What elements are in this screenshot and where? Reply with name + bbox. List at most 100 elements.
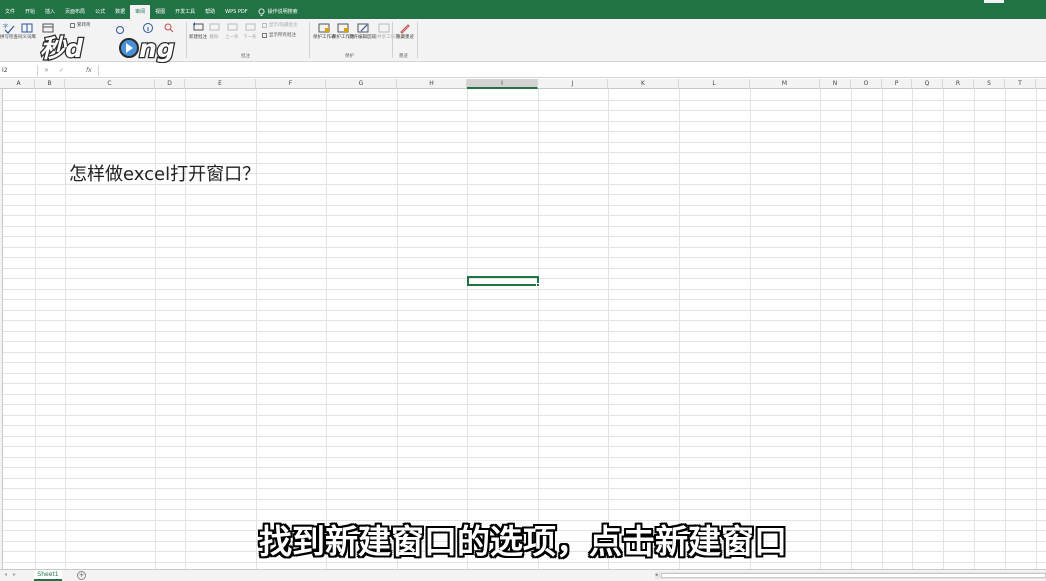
previous-comment-icon xyxy=(227,23,238,31)
scroll-left-icon[interactable]: ◂ xyxy=(655,572,658,579)
grid-row-line xyxy=(3,362,1046,363)
horizontal-scrollbar[interactable]: ◂ xyxy=(655,572,1046,579)
grid-row-line xyxy=(3,268,1046,269)
tab-wps-pdf[interactable]: WPS PDF xyxy=(220,5,252,19)
thesaurus-button[interactable]: 同义词库 xyxy=(18,22,36,40)
column-header-l[interactable]: L xyxy=(679,79,750,89)
column-header-n[interactable]: N xyxy=(820,79,851,89)
tab-home[interactable]: 开始 xyxy=(20,5,40,19)
grid-column-line xyxy=(35,89,36,569)
formula-bar: I2 ✕ ✓ fx xyxy=(0,63,1046,78)
grid-column-line xyxy=(679,89,680,569)
grid-row-line xyxy=(3,488,1046,489)
formula-input[interactable] xyxy=(98,65,1044,76)
grid-row-line xyxy=(3,236,1046,237)
grid-row-line xyxy=(3,436,1046,437)
column-header-g[interactable]: G xyxy=(326,79,397,89)
grid-row-line xyxy=(3,509,1046,510)
column-header-h[interactable]: H xyxy=(397,79,467,89)
previous-comment-button[interactable]: 上一条 xyxy=(225,22,239,40)
column-header-r[interactable]: R xyxy=(943,79,974,89)
grid-row-line xyxy=(3,320,1046,321)
show-hide-comment-toggle[interactable]: 显示/隐藏批注 xyxy=(262,22,298,28)
window-control[interactable] xyxy=(984,0,1004,3)
cell-content[interactable]: 怎样做excel打开窗口？ xyxy=(69,164,260,186)
protect-group-label: 保护 xyxy=(345,54,354,59)
grid-row-line xyxy=(3,152,1046,153)
grid-row-line xyxy=(3,100,1046,101)
name-box[interactable]: I2 xyxy=(0,65,38,76)
column-header-a[interactable]: A xyxy=(3,79,35,89)
formula-actions: ✕ ✓ xyxy=(44,65,64,76)
grid-column-line xyxy=(397,89,398,569)
column-header-i[interactable]: I xyxy=(467,79,538,89)
grid-row-line xyxy=(3,247,1046,248)
add-sheet-button[interactable]: + xyxy=(77,571,86,580)
tab-review[interactable]: 审阅 xyxy=(130,5,151,19)
grid-column-line xyxy=(538,89,539,569)
tab-file[interactable]: 文件 xyxy=(0,5,20,19)
tab-insert[interactable]: 插入 xyxy=(40,5,60,19)
grid-column-line xyxy=(943,89,944,569)
group-separator xyxy=(309,22,310,58)
hide-ink-button[interactable]: 隐藏墨迹 xyxy=(396,22,414,40)
show-all-comments-toggle[interactable]: 显示所有批注 xyxy=(262,32,296,38)
next-comment-button[interactable]: 下一条 xyxy=(243,22,257,40)
spreadsheet-grid[interactable] xyxy=(3,89,1046,569)
tab-data[interactable]: 数据 xyxy=(110,5,130,19)
grid-column-line xyxy=(851,89,852,569)
column-header-b[interactable]: B xyxy=(35,79,65,89)
book-icon xyxy=(21,23,33,33)
grid-row-line xyxy=(3,394,1046,395)
column-header-p[interactable]: P xyxy=(882,79,912,89)
title-bar: 文件 开始 插入 页面布局 公式 数据 审阅 视图 开发工具 帮助 WPS PD… xyxy=(0,0,1046,19)
grid-row-line xyxy=(3,373,1046,374)
scrollbar-thumb[interactable] xyxy=(661,573,1046,578)
tell-me-search[interactable]: 操作说明搜索 xyxy=(253,5,303,19)
active-cell[interactable] xyxy=(467,276,539,286)
tab-formulas[interactable]: 公式 xyxy=(90,5,110,19)
tab-help[interactable]: 帮助 xyxy=(200,5,220,19)
grid-column-line xyxy=(326,89,327,569)
new-comment-button[interactable]: 新建批注 xyxy=(189,22,207,40)
comments-group-label: 批注 xyxy=(241,54,250,59)
grid-row-line xyxy=(3,467,1046,468)
trad-simp-button[interactable]: 繁转简 xyxy=(70,22,91,28)
grid-column-line xyxy=(912,89,913,569)
confirm-icon[interactable]: ✓ xyxy=(59,65,64,76)
tab-view[interactable]: 视图 xyxy=(150,5,170,19)
column-header-m[interactable]: M xyxy=(750,79,820,89)
protect-workbook-icon xyxy=(337,23,349,33)
column-header-j[interactable]: J xyxy=(538,79,608,89)
unshare-workbook-button[interactable]: 取消共享工作簿 xyxy=(368,22,400,40)
tab-developer[interactable]: 开发工具 xyxy=(170,5,200,19)
column-header-q[interactable]: Q xyxy=(912,79,943,89)
column-header-e[interactable]: E xyxy=(185,79,256,89)
grid-row-line xyxy=(3,446,1046,447)
column-header-f[interactable]: F xyxy=(256,79,326,89)
grid-row-line xyxy=(3,257,1046,258)
grid-row-line xyxy=(3,121,1046,122)
grid-row-line xyxy=(3,478,1046,479)
unshare-icon xyxy=(378,23,390,33)
column-header-o[interactable]: O xyxy=(851,79,882,89)
fill-handle[interactable] xyxy=(536,283,540,287)
column-header-t[interactable]: T xyxy=(1005,79,1036,89)
grid-row-line xyxy=(3,289,1046,290)
column-header-k[interactable]: K xyxy=(608,79,679,89)
prev-sheet-icon[interactable]: ◂ xyxy=(4,571,7,578)
spell-check-button[interactable]: 字 拼写检查 xyxy=(0,22,18,40)
grid-row-line xyxy=(3,341,1046,342)
tab-page-layout[interactable]: 页面布局 xyxy=(60,5,90,19)
protect-sheet-icon xyxy=(318,23,330,33)
next-sheet-icon[interactable]: ▸ xyxy=(13,571,16,578)
column-header-s[interactable]: S xyxy=(974,79,1005,89)
tell-me-label: 操作说明搜索 xyxy=(267,9,298,15)
column-header-c[interactable]: C xyxy=(65,79,155,89)
grid-column-line xyxy=(155,89,156,569)
cancel-icon[interactable]: ✕ xyxy=(44,65,49,76)
column-header-d[interactable]: D xyxy=(155,79,185,89)
delete-comment-button[interactable]: 删除 xyxy=(208,22,220,40)
sheet-tab-sheet1[interactable]: Sheet1 xyxy=(34,570,62,581)
insert-function-button[interactable]: fx xyxy=(86,65,92,76)
